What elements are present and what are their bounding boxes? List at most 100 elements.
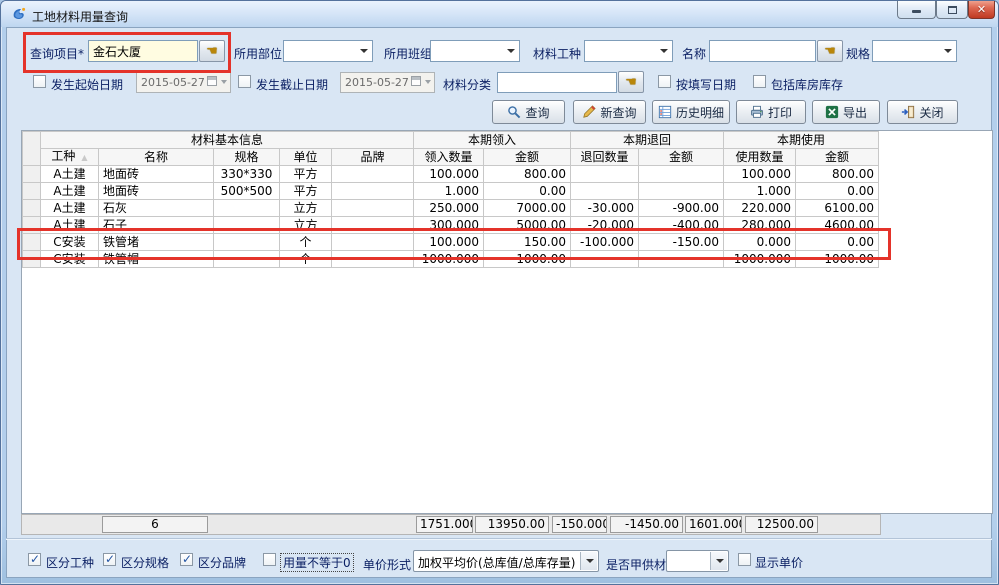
table-cell[interactable]: 0.00 <box>796 234 879 251</box>
column-header[interactable]: 金额 <box>796 149 879 166</box>
column-header[interactable]: 金额 <box>484 149 571 166</box>
table-cell[interactable] <box>571 251 639 268</box>
table-cell[interactable] <box>332 200 414 217</box>
table-cell[interactable]: 1.000 <box>414 183 484 200</box>
table-cell[interactable]: 4600.00 <box>796 217 879 234</box>
name-input[interactable] <box>709 40 816 62</box>
table-cell[interactable]: 500*500 <box>214 183 280 200</box>
table-cell[interactable]: C安装 <box>41 234 99 251</box>
table-cell[interactable] <box>332 183 414 200</box>
table-cell[interactable]: 铁管堵 <box>99 234 214 251</box>
table-cell[interactable]: 1000.00 <box>796 251 879 268</box>
table-cell[interactable]: A土建 <box>41 200 99 217</box>
table-cell[interactable]: 1000.000 <box>414 251 484 268</box>
table-cell[interactable]: 1000.000 <box>724 251 796 268</box>
table-cell[interactable] <box>332 234 414 251</box>
table-cell[interactable]: 立方 <box>280 217 332 234</box>
table-cell[interactable]: 平方 <box>280 166 332 183</box>
column-header[interactable]: 单位 <box>280 149 332 166</box>
table-cell[interactable] <box>332 217 414 234</box>
print-button[interactable]: 打印 <box>736 100 806 124</box>
column-header[interactable]: 工种▲ <box>41 149 99 166</box>
table-cell[interactable]: 6100.00 <box>796 200 879 217</box>
table-cell[interactable]: 石灰 <box>99 200 214 217</box>
table-cell[interactable]: A土建 <box>41 183 99 200</box>
table-cell[interactable] <box>639 166 724 183</box>
category-picker-button[interactable]: ☚ <box>618 71 644 93</box>
table-row[interactable]: A土建石子立方300.0005000.00-20.000-400.00280.0… <box>23 217 879 234</box>
table-cell[interactable]: 0.00 <box>796 183 879 200</box>
name-picker-button[interactable]: ☚ <box>817 40 843 62</box>
column-header[interactable]: 品牌 <box>332 149 414 166</box>
table-cell[interactable] <box>214 234 280 251</box>
table-cell[interactable]: 220.000 <box>724 200 796 217</box>
table-cell[interactable]: 100.000 <box>414 166 484 183</box>
table-cell[interactable]: 1000.00 <box>484 251 571 268</box>
table-cell[interactable]: 800.00 <box>796 166 879 183</box>
table-cell[interactable]: 1.000 <box>724 183 796 200</box>
by-fill-date-checkbox[interactable] <box>658 75 671 88</box>
table-cell[interactable]: A土建 <box>41 166 99 183</box>
close-form-button[interactable]: 关闭 <box>887 100 958 124</box>
table-cell[interactable]: 平方 <box>280 183 332 200</box>
table-cell[interactable]: -20.000 <box>571 217 639 234</box>
export-button[interactable]: 导出 <box>812 100 880 124</box>
table-cell[interactable] <box>214 251 280 268</box>
table-cell[interactable] <box>571 183 639 200</box>
table-cell[interactable]: 个 <box>280 234 332 251</box>
new-query-button[interactable]: 新查询 <box>573 100 646 124</box>
column-header[interactable]: 使用数量 <box>724 149 796 166</box>
close-button[interactable]: ✕ <box>968 1 995 19</box>
price-mode-combo[interactable]: 加权平均价(总库值/总库存量) <box>413 550 599 572</box>
table-cell[interactable]: 地面砖 <box>99 183 214 200</box>
table-cell[interactable]: 330*330 <box>214 166 280 183</box>
table-cell[interactable]: 150.00 <box>484 234 571 251</box>
distinguish-trade-checkbox[interactable] <box>28 553 41 566</box>
table-cell[interactable]: 100.000 <box>724 166 796 183</box>
table-cell[interactable] <box>332 166 414 183</box>
table-cell[interactable]: -100.000 <box>571 234 639 251</box>
table-cell[interactable]: 铁管帽 <box>99 251 214 268</box>
table-cell[interactable]: 800.00 <box>484 166 571 183</box>
table-cell[interactable] <box>214 200 280 217</box>
table-cell[interactable]: 100.000 <box>414 234 484 251</box>
table-row[interactable]: C安装铁管帽个1000.0001000.001000.0001000.00 <box>23 251 879 268</box>
table-cell[interactable] <box>639 183 724 200</box>
show-unit-price-checkbox[interactable] <box>738 553 751 566</box>
table-cell[interactable]: -400.00 <box>639 217 724 234</box>
table-cell[interactable]: -30.000 <box>571 200 639 217</box>
table-row[interactable]: A土建地面砖500*500平方1.0000.001.0000.00 <box>23 183 879 200</box>
table-cell[interactable]: -150.00 <box>639 234 724 251</box>
table-cell[interactable] <box>639 251 724 268</box>
table-cell[interactable]: 280.000 <box>724 217 796 234</box>
column-header[interactable]: 退回数量 <box>571 149 639 166</box>
end-date-checkbox[interactable] <box>238 75 251 88</box>
table-cell[interactable]: 0.00 <box>484 183 571 200</box>
table-row[interactable]: C安装铁管堵个100.000150.00-100.000-150.000.000… <box>23 234 879 251</box>
project-input[interactable]: 金石大厦 <box>88 40 198 62</box>
distinguish-spec-checkbox[interactable] <box>103 553 116 566</box>
owner-supplied-combo[interactable] <box>666 550 729 572</box>
table-cell[interactable]: 5000.00 <box>484 217 571 234</box>
column-header[interactable]: 规格 <box>214 149 280 166</box>
table-cell[interactable]: C安装 <box>41 251 99 268</box>
table-cell[interactable]: 个 <box>280 251 332 268</box>
distinguish-brand-checkbox[interactable] <box>180 553 193 566</box>
table-row[interactable]: A土建地面砖330*330平方100.000800.00100.000800.0… <box>23 166 879 183</box>
minimize-button[interactable] <box>897 1 936 19</box>
table-cell[interactable]: 0.000 <box>724 234 796 251</box>
table-cell[interactable] <box>332 251 414 268</box>
table-cell[interactable] <box>214 217 280 234</box>
table-cell[interactable]: 7000.00 <box>484 200 571 217</box>
column-header[interactable]: 金额 <box>639 149 724 166</box>
table-cell[interactable]: 立方 <box>280 200 332 217</box>
project-picker-button[interactable]: ☚ <box>199 40 225 62</box>
usage-nonzero-checkbox[interactable] <box>263 553 276 566</box>
maximize-button[interactable] <box>936 1 968 19</box>
query-button[interactable]: 查询 <box>492 100 565 124</box>
table-cell[interactable] <box>571 166 639 183</box>
table-cell[interactable]: 石子 <box>99 217 214 234</box>
category-input[interactable] <box>497 72 617 93</box>
start-date-checkbox[interactable] <box>33 75 46 88</box>
include-stock-checkbox[interactable] <box>753 75 766 88</box>
